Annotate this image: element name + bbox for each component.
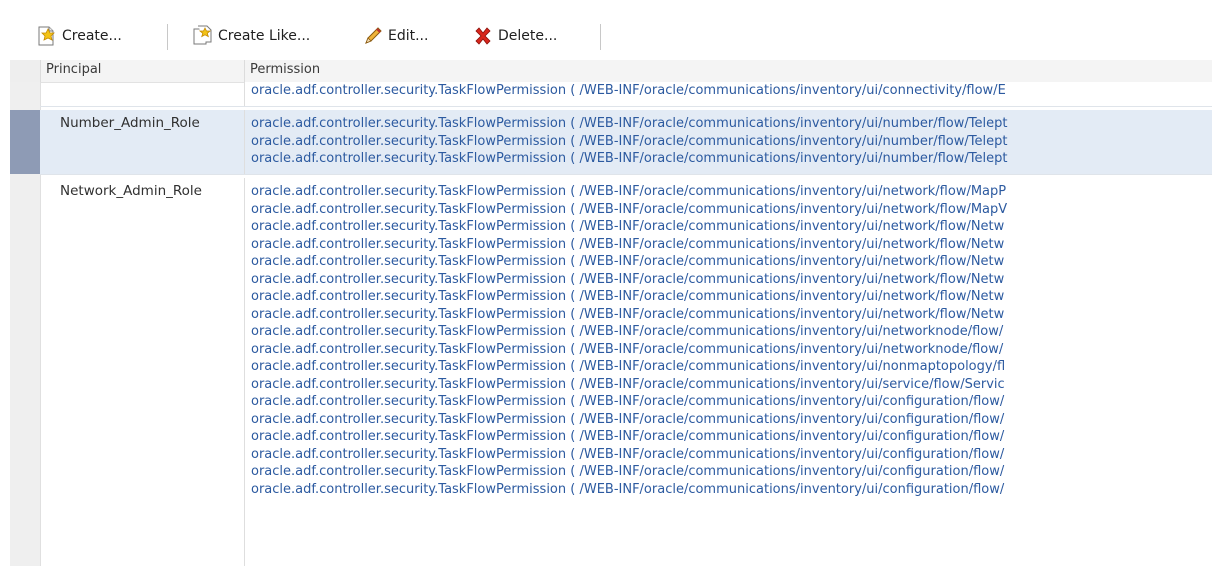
pencil-icon xyxy=(362,25,384,47)
permission-cell: oracle.adf.controller.security.TaskFlowP… xyxy=(244,82,1212,106)
table-row[interactable]: oracle.adf.controller.security.TaskFlowP… xyxy=(10,82,1212,106)
table-row-selected[interactable]: Number_Admin_Role oracle.adf.controller.… xyxy=(10,110,1212,174)
permission-link[interactable]: oracle.adf.controller.security.TaskFlowP… xyxy=(245,358,1212,376)
delete-button-label: Delete... xyxy=(498,28,558,44)
permission-link[interactable]: oracle.adf.controller.security.TaskFlowP… xyxy=(245,323,1212,341)
permission-link[interactable]: oracle.adf.controller.security.TaskFlowP… xyxy=(245,218,1212,236)
permission-link[interactable]: oracle.adf.controller.security.TaskFlowP… xyxy=(245,341,1212,359)
permission-link[interactable]: oracle.adf.controller.security.TaskFlowP… xyxy=(245,376,1212,394)
permission-link[interactable]: oracle.adf.controller.security.TaskFlowP… xyxy=(245,236,1212,254)
edit-button-label: Edit... xyxy=(388,28,429,44)
permission-link[interactable]: oracle.adf.controller.security.TaskFlowP… xyxy=(245,411,1212,429)
permission-cell: oracle.adf.controller.security.TaskFlowP… xyxy=(244,178,1212,566)
selection-column-header xyxy=(10,60,41,82)
application-window: Create... Create Like... Edit... Delete.… xyxy=(0,0,1212,566)
permission-link[interactable]: oracle.adf.controller.security.TaskFlowP… xyxy=(245,306,1212,324)
toolbar-separator xyxy=(600,24,601,50)
permission-link[interactable]: oracle.adf.controller.security.TaskFlowP… xyxy=(245,446,1212,464)
principal-cell: Number_Admin_Role xyxy=(60,115,200,131)
permission-link[interactable]: oracle.adf.controller.security.TaskFlowP… xyxy=(245,428,1212,446)
create-button-label: Create... xyxy=(62,28,122,44)
principal-cell: Network_Admin_Role xyxy=(60,183,202,199)
permission-link[interactable]: oracle.adf.controller.security.TaskFlowP… xyxy=(245,288,1212,306)
row-divider xyxy=(40,174,1212,175)
permission-link[interactable]: oracle.adf.controller.security.TaskFlowP… xyxy=(245,82,1212,100)
create-like-button[interactable]: Create Like... xyxy=(192,22,310,50)
permission-link[interactable]: oracle.adf.controller.security.TaskFlowP… xyxy=(245,150,1212,168)
permission-link[interactable]: oracle.adf.controller.security.TaskFlowP… xyxy=(245,201,1212,219)
permission-link[interactable]: oracle.adf.controller.security.TaskFlowP… xyxy=(245,271,1212,289)
edit-button[interactable]: Edit... xyxy=(362,22,428,50)
copy-document-icon xyxy=(192,25,214,47)
row-divider xyxy=(40,106,1212,107)
column-header-principal[interactable]: Principal xyxy=(46,62,101,77)
column-header-permission[interactable]: Permission xyxy=(250,62,320,77)
new-document-icon xyxy=(36,25,58,47)
permission-link[interactable]: oracle.adf.controller.security.TaskFlowP… xyxy=(245,463,1212,481)
toolbar: Create... Create Like... Edit... Delete.… xyxy=(0,0,1212,60)
column-divider[interactable] xyxy=(244,60,245,82)
delete-button[interactable]: Delete... xyxy=(472,22,557,50)
toolbar-separator xyxy=(167,24,168,50)
permissions-table: Principal Permission oracle.adf.controll… xyxy=(0,60,1212,566)
permission-link[interactable]: oracle.adf.controller.security.TaskFlowP… xyxy=(245,133,1212,151)
permission-link[interactable]: oracle.adf.controller.security.TaskFlowP… xyxy=(245,393,1212,411)
row-selector-marker[interactable] xyxy=(10,110,40,174)
permission-link[interactable]: oracle.adf.controller.security.TaskFlowP… xyxy=(245,183,1212,201)
create-button[interactable]: Create... xyxy=(36,22,122,50)
permission-cell: oracle.adf.controller.security.TaskFlowP… xyxy=(244,110,1212,174)
permission-link[interactable]: oracle.adf.controller.security.TaskFlowP… xyxy=(245,115,1212,133)
table-header: Principal Permission xyxy=(10,60,1212,83)
red-x-icon xyxy=(472,25,494,47)
permission-link[interactable]: oracle.adf.controller.security.TaskFlowP… xyxy=(245,481,1212,499)
create-like-button-label: Create Like... xyxy=(218,28,311,44)
table-row[interactable]: Network_Admin_Role oracle.adf.controller… xyxy=(10,178,1212,566)
permission-link[interactable]: oracle.adf.controller.security.TaskFlowP… xyxy=(245,253,1212,271)
